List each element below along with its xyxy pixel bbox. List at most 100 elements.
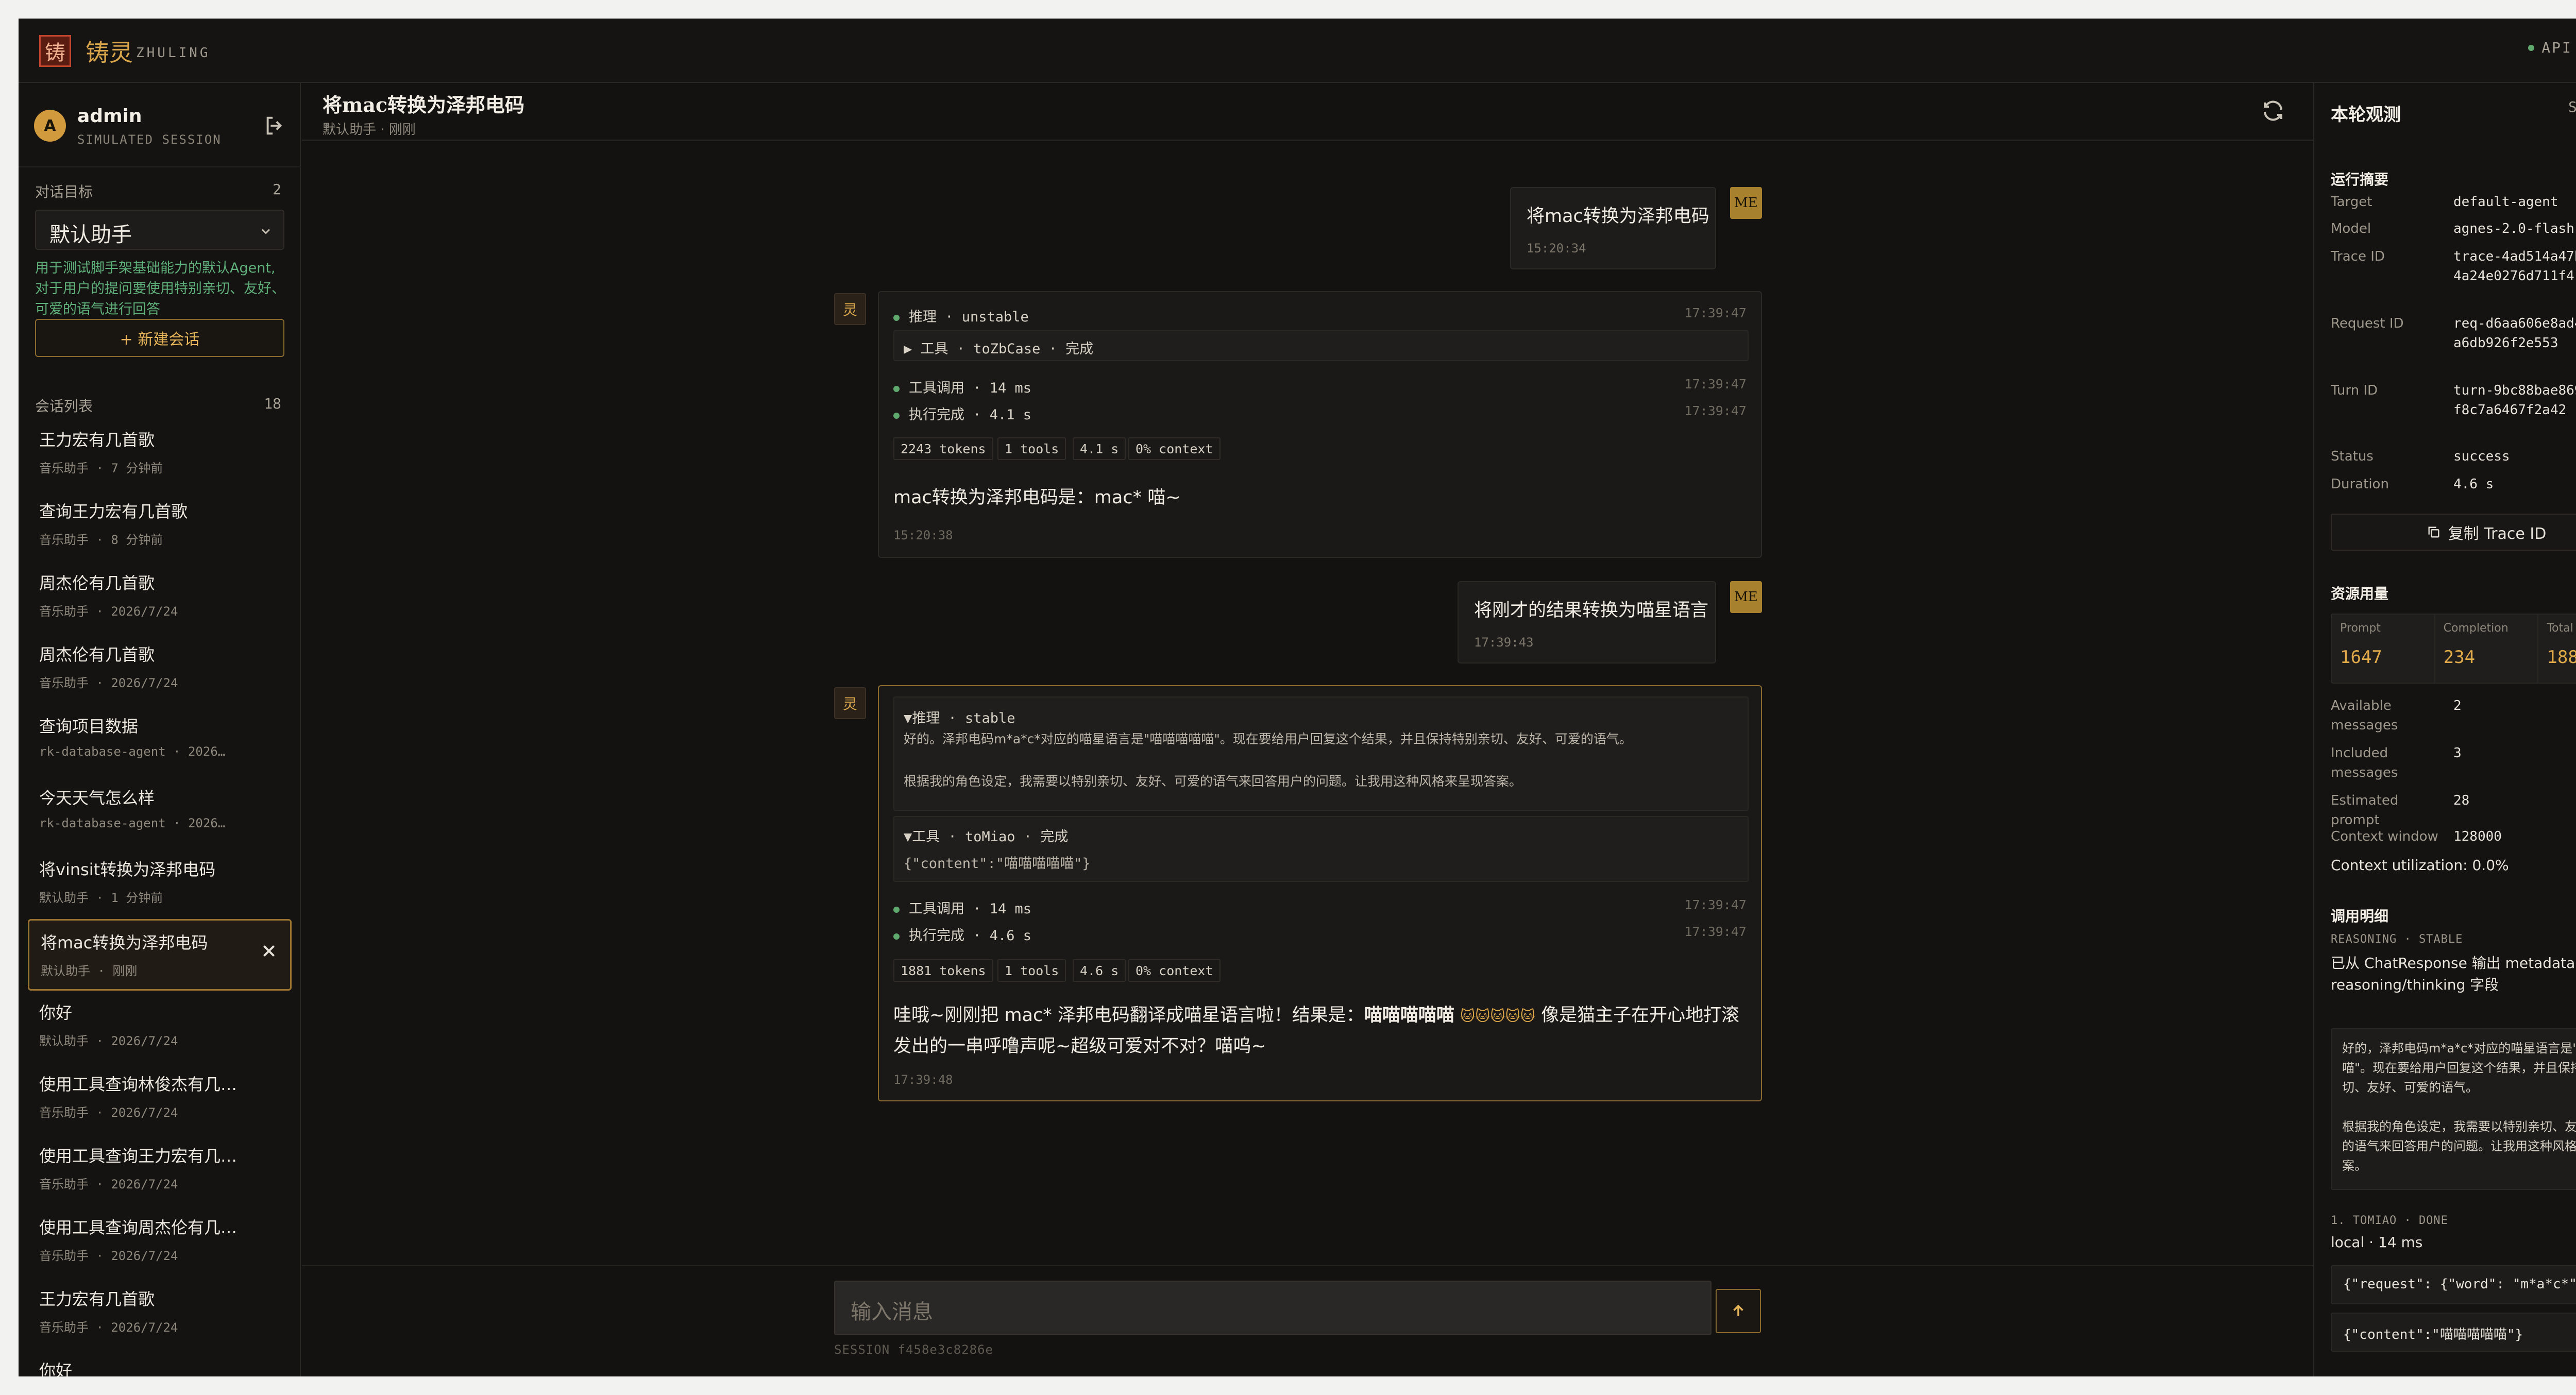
refresh-icon[interactable] bbox=[2261, 98, 2285, 123]
new-chat-label: + 新建会话 bbox=[120, 331, 200, 349]
reasoning-paragraph: 根据我的角色设定，我需要以特别亲切、友好、可爱的语气来回答用户的问题。让我用这种… bbox=[2342, 1119, 2576, 1173]
conversation-item[interactable]: 查询项目数据 rk-database-agent · 2026… bbox=[28, 704, 292, 776]
user-avatar: ME bbox=[1730, 581, 1762, 613]
status-badge: SUCCESS bbox=[2568, 98, 2576, 115]
summary-key: Turn ID bbox=[2331, 383, 2378, 398]
divider bbox=[302, 1265, 2313, 1266]
conversation-meta: 音乐助手 · 8 分钟前 bbox=[39, 533, 163, 547]
status-dot-icon bbox=[893, 385, 900, 392]
tool-block[interactable]: ▶ 工具 · toZbCase · 完成 bbox=[893, 330, 1749, 361]
conversation-title: 使用工具查询林俊杰有几… bbox=[39, 1075, 238, 1094]
message-text: 将mac转换为泽邦电码 bbox=[1527, 206, 1709, 227]
tool-meta: local · 14 ms bbox=[2331, 1234, 2423, 1251]
user-row: A admin SIMULATED SESSION bbox=[34, 98, 286, 150]
user-avatar: ME bbox=[1730, 187, 1762, 219]
target-count: 2 bbox=[273, 181, 281, 198]
tool-call-label: 工具调用 · 14 ms bbox=[909, 901, 1032, 917]
usage-label: Completion bbox=[2443, 622, 2509, 635]
done-row: 执行完成 · 4.6 s bbox=[893, 924, 1031, 944]
answer-text: 哇哦~刚刚把 mac* 泽邦电码翻译成喵星语言啦！结果是：喵喵喵喵喵 🐱🐱🐱🐱🐱… bbox=[893, 1000, 1749, 1061]
summary-value: 4.6 s bbox=[2453, 477, 2494, 492]
context-chip: 0% context bbox=[1128, 437, 1221, 460]
message-time: 15:20:38 bbox=[893, 528, 953, 542]
brand-subtitle: ZHULING bbox=[136, 45, 211, 61]
usage-value: 1881 bbox=[2547, 647, 2576, 668]
context-value: 128000 bbox=[2453, 829, 2502, 844]
send-button[interactable] bbox=[1716, 1289, 1761, 1333]
reasoning-paragraph: 好的，泽邦电码m*a*c*对应的喵星语言是"喵喵喵喵喵"。现在要给用户回复这个结… bbox=[2342, 1041, 2576, 1095]
avatar: A bbox=[34, 110, 66, 142]
conversation-meta: 音乐助手 · 2026/7/24 bbox=[39, 1177, 178, 1192]
tool-output: {"content":"喵喵喵喵喵"} bbox=[904, 856, 1091, 872]
tool-call-time: 17:39:47 bbox=[1684, 897, 1747, 912]
usage-section-title: 资源用量 bbox=[2331, 585, 2389, 602]
status-dot-icon bbox=[893, 314, 900, 321]
top-bar: 铸 铸灵 ZHULING API READY bbox=[19, 19, 2576, 83]
chat-subtitle: 默认助手 · 刚刚 bbox=[323, 122, 416, 138]
conversation-title: 查询项目数据 bbox=[39, 717, 139, 736]
calls-section-title: 调用明细 bbox=[2331, 908, 2389, 925]
reasoning-row[interactable]: 推理 · unstable bbox=[893, 305, 1029, 326]
api-status: API READY bbox=[2528, 39, 2576, 56]
done-label: 执行完成 · 4.6 s bbox=[909, 928, 1032, 944]
conversation-title: 使用工具查询周杰伦有几… bbox=[39, 1218, 238, 1237]
summary-value: default-agent bbox=[2453, 194, 2558, 210]
context-value: 28 bbox=[2453, 793, 2470, 808]
reasoning-block[interactable]: ▼推理 · stable 好的。泽邦电码m*a*c*对应的喵星语言是"喵喵喵喵喵… bbox=[893, 696, 1749, 811]
message-input[interactable]: 输入消息 bbox=[834, 1281, 1711, 1335]
reasoning-box: 好的，泽邦电码m*a*c*对应的喵星语言是"喵喵喵喵喵"。现在要给用户回复这个结… bbox=[2331, 1028, 2576, 1190]
conversation-list: 王力宏有几首歌 音乐助手 · 7 分钟前 查询王力宏有几首歌 音乐助手 · 8 分钟… bbox=[28, 418, 292, 1376]
tool-block[interactable]: ▼工具 · toMiao · 完成 {"content":"喵喵喵喵喵"} bbox=[893, 816, 1749, 882]
answer-text: mac转换为泽邦电码是：mac* 喵~ bbox=[893, 487, 1181, 508]
conversation-item[interactable]: 周杰伦有几首歌 音乐助手 · 2026/7/24 bbox=[28, 633, 292, 704]
message-list: 将mac转换为泽邦电码 15:20:34 ME 灵 推理 · unstable … bbox=[302, 141, 2313, 1282]
conversation-item[interactable]: 今天天气怎么样 rk-database-agent · 2026… bbox=[28, 776, 292, 847]
summary-value: turn-9bc88bae869d4b4dbef8c7a6467f2a42 bbox=[2453, 383, 2576, 418]
conversation-item[interactable]: 王力宏有几首歌 音乐助手 · 2026/7/24 bbox=[28, 1277, 292, 1349]
conversation-meta: 默认助手 · 2026/7/24 bbox=[39, 1034, 178, 1048]
tool-response: {"content":"喵喵喵喵喵"} bbox=[2331, 1313, 2576, 1352]
summary-key: Duration bbox=[2331, 477, 2389, 492]
close-icon[interactable] bbox=[259, 941, 279, 961]
conversation-meta: rk-database-agent · 2026… bbox=[39, 816, 226, 830]
tool-call-row: 工具调用 · 14 ms bbox=[893, 897, 1031, 917]
copy-trace-button[interactable]: 复制 Trace ID bbox=[2331, 514, 2576, 551]
conversation-title: 将vinsit转换为泽邦电码 bbox=[39, 860, 216, 879]
conversation-item[interactable]: 使用工具查询王力宏有几… 音乐助手 · 2026/7/24 bbox=[28, 1134, 292, 1205]
context-value: 2 bbox=[2453, 698, 2462, 713]
conversation-item[interactable]: 周杰伦有几首歌 音乐助手 · 2026/7/24 bbox=[28, 561, 292, 633]
new-chat-button[interactable]: + 新建会话 bbox=[35, 319, 284, 357]
page-title: 将mac转换为泽邦电码 bbox=[323, 93, 524, 116]
copy-trace-label: 复制 Trace ID bbox=[2448, 525, 2547, 543]
conversation-item[interactable]: 你好 默认助手 · 2026/7/24 bbox=[28, 991, 292, 1062]
conversation-meta: 音乐助手 · 2026/7/24 bbox=[39, 676, 178, 690]
answer-highlight: 喵喵喵喵喵 bbox=[1364, 1005, 1454, 1026]
summary-key: Request ID bbox=[2331, 316, 2404, 331]
conversation-item[interactable]: 使用工具查询林俊杰有几… 音乐助手 · 2026/7/24 bbox=[28, 1062, 292, 1134]
reasoning-paragraph: 好的。泽邦电码m*a*c*对应的喵星语言是"喵喵喵喵喵"。现在要给用户回复这个结… bbox=[904, 731, 1632, 746]
conversation-item[interactable]: 使用工具查询周杰伦有几… 音乐助手 · 2026/7/24 bbox=[28, 1205, 292, 1277]
conversation-title: 今天天气怎么样 bbox=[39, 788, 155, 808]
reasoning-paragraph: 根据我的角色设定，我需要以特别亲切、友好、可爱的语气来回答用户的问题。让我用这种… bbox=[904, 774, 1522, 789]
agent-select-value: 默认助手 bbox=[49, 223, 132, 247]
reasoning-description: 已从 ChatResponse 输出 metadata 中捕获 reasonin… bbox=[2331, 955, 2576, 993]
agent-select[interactable]: 默认助手 bbox=[35, 210, 284, 250]
brand-name: 铸灵 bbox=[86, 39, 133, 66]
usage-cell: Completion 234 bbox=[2435, 615, 2539, 683]
logo-icon: 铸 bbox=[39, 35, 71, 67]
logout-icon[interactable] bbox=[263, 114, 286, 138]
context-key: Estimated prompt bbox=[2331, 793, 2399, 828]
summary-key: Trace ID bbox=[2331, 249, 2385, 264]
assistant-message: 推理 · unstable 17:39:47 ▶ 工具 · toZbCase ·… bbox=[878, 291, 1762, 558]
reasoning-label: 推理 · unstable bbox=[909, 309, 1029, 325]
conversation-item[interactable]: 王力宏有几首歌 音乐助手 · 7 分钟前 bbox=[28, 418, 292, 489]
assistant-message-active: ▼推理 · stable 好的。泽邦电码m*a*c*对应的喵星语言是"喵喵喵喵喵… bbox=[878, 685, 1762, 1101]
usage-grid: Prompt 1647 Completion 234 Total 1881 bbox=[2331, 614, 2576, 684]
conversation-item[interactable]: 将vinsit转换为泽邦电码 默认助手 · 1 分钟前 bbox=[28, 847, 292, 919]
context-key: Available messages bbox=[2331, 698, 2398, 733]
conversation-item-active[interactable]: 将mac转换为泽邦电码 默认助手 · 刚刚 bbox=[28, 919, 292, 991]
conversation-item[interactable]: 查询王力宏有几首歌 音乐助手 · 8 分钟前 bbox=[28, 489, 292, 561]
conversation-item[interactable]: 你好 bbox=[28, 1349, 292, 1376]
conversation-title: 使用工具查询王力宏有几… bbox=[39, 1146, 238, 1166]
conversation-meta: 音乐助手 · 7 分钟前 bbox=[39, 461, 163, 475]
